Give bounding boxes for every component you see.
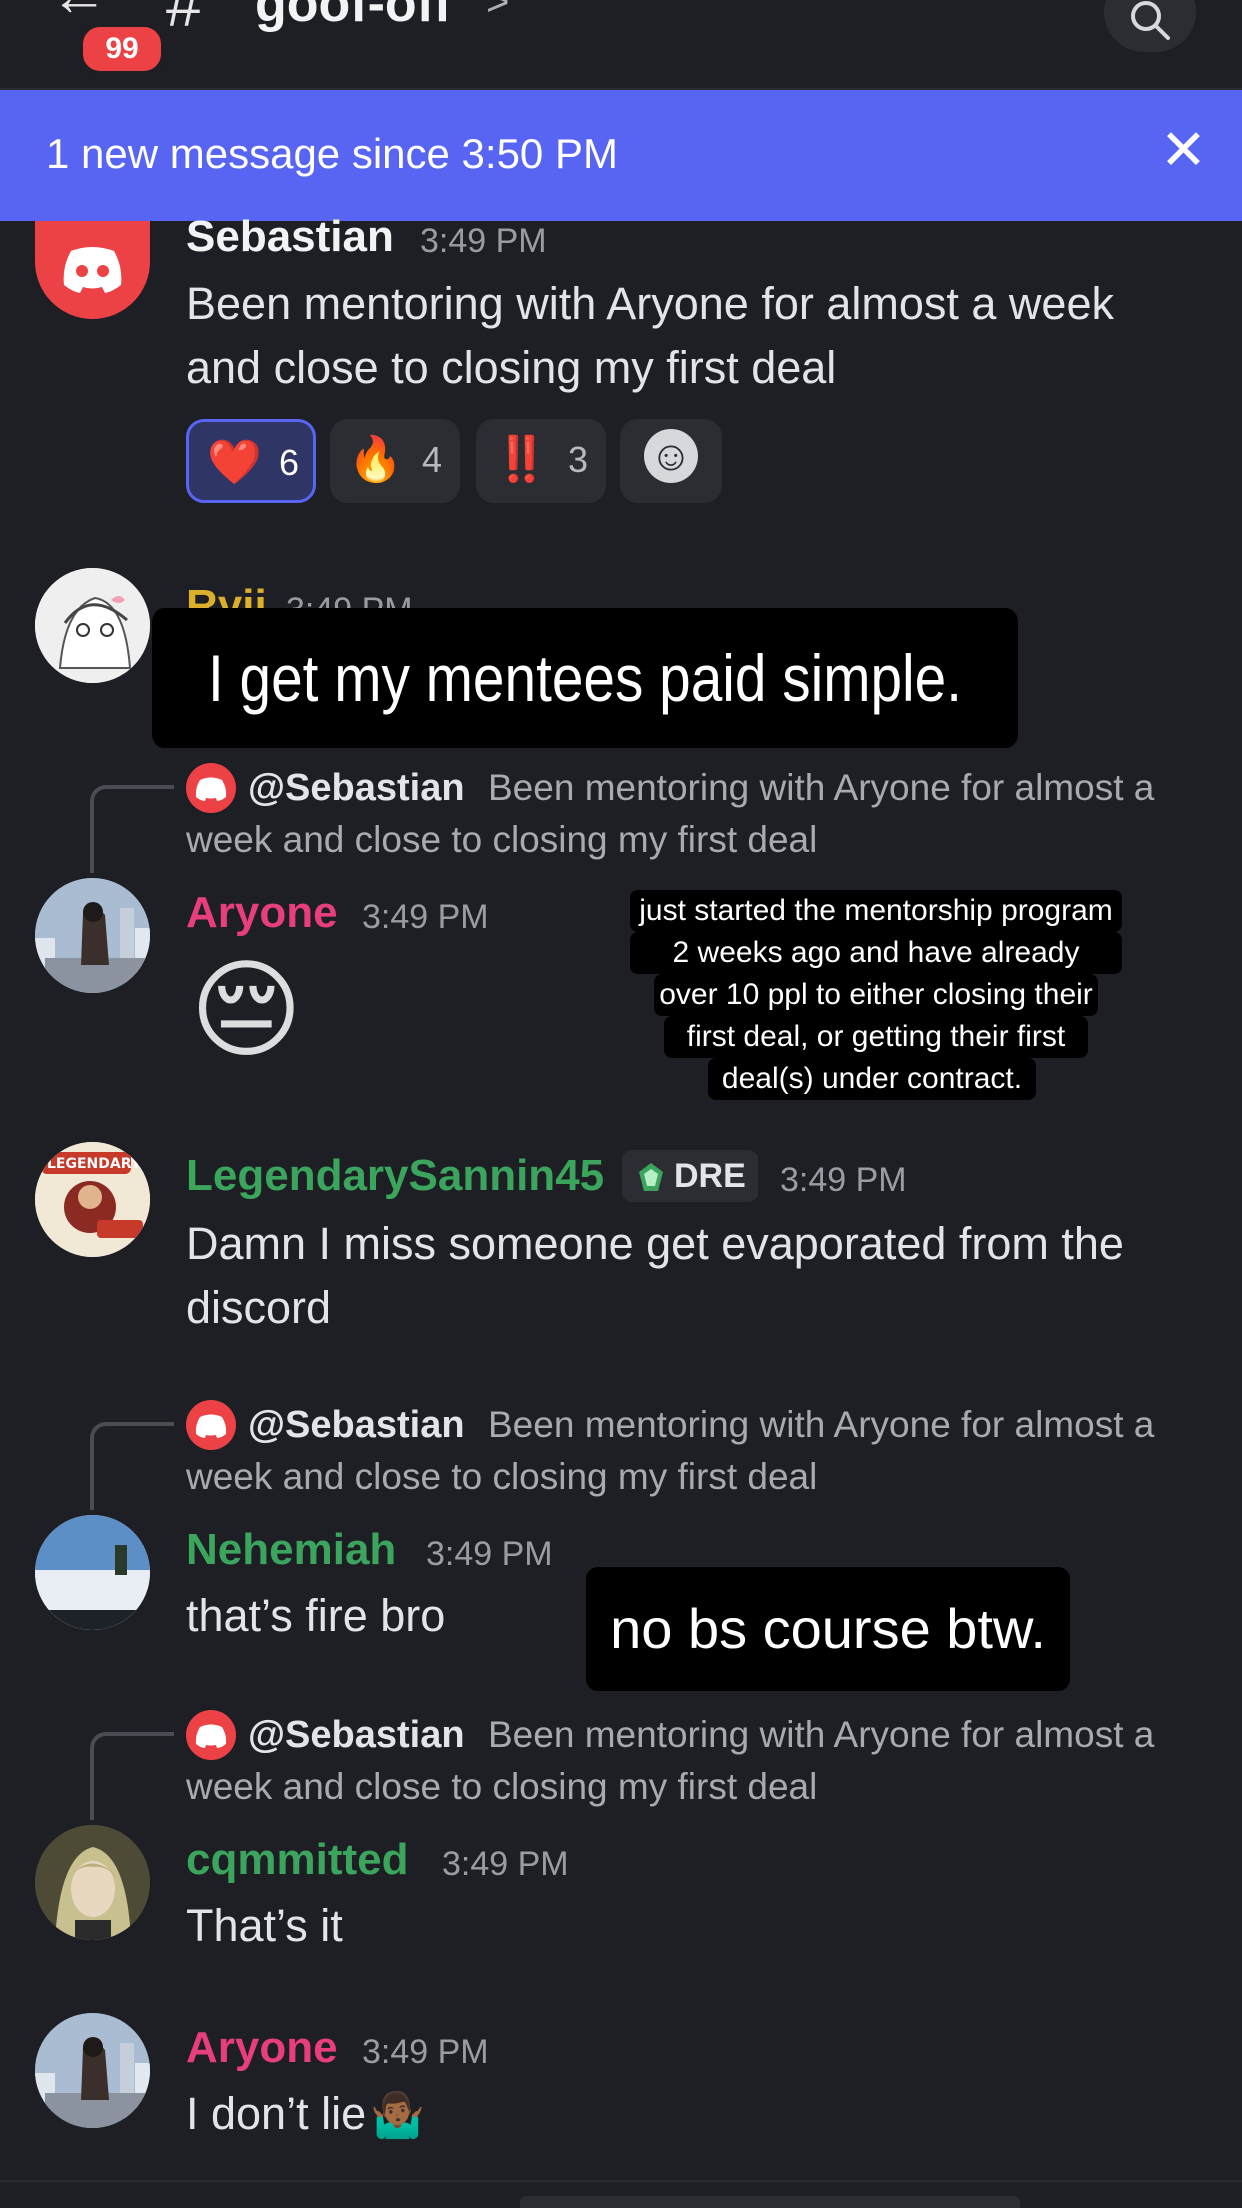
- message-nehemiah: @Sebastian Been mentoring with Aryone fo…: [0, 1392, 1242, 1691]
- username[interactable]: Aryone: [186, 2022, 338, 2074]
- add-reaction-button[interactable]: ☺: [620, 419, 722, 503]
- new-messages-text: 1 new message since 3:50 PM: [46, 130, 618, 177]
- discord-logo-icon: [195, 777, 227, 801]
- reply-preview-line-1[interactable]: Been mentoring with Aryone for almost a: [488, 761, 1154, 814]
- story-caption-line-4: first deal, or getting their first: [664, 1016, 1088, 1058]
- channel-header: ← 99 # goof-off >: [0, 0, 1242, 90]
- chevron-right-icon[interactable]: >: [486, 0, 509, 22]
- avatar[interactable]: [35, 221, 150, 319]
- legendary-avatar-icon: LEGENDARY: [35, 1142, 150, 1257]
- story-caption-line-5: deal(s) under contract.: [708, 1058, 1036, 1100]
- timestamp: 3:49 PM: [780, 1161, 907, 1199]
- username[interactable]: cqmmitted: [186, 1834, 408, 1886]
- reply-avatar-icon: [186, 1710, 236, 1760]
- message-cqmmitted: @Sebastian Been mentoring with Aryone fo…: [0, 1702, 1242, 1962]
- message-sebastian: Sebastian 3:49 PM Been mentoring with Ar…: [0, 212, 1242, 521]
- city-avatar-icon: [35, 878, 150, 993]
- channel-hash-icon: #: [166, 0, 202, 40]
- shrug-emoji-icon: 🤷🏾‍♂️: [370, 2091, 425, 2140]
- reply-connector: [90, 1732, 174, 1820]
- new-messages-banner[interactable]: 1 new message since 3:50 PM ✕: [0, 90, 1242, 221]
- reply-author[interactable]: @Sebastian: [248, 763, 465, 813]
- story-caption-overlay: no bs course btw.: [586, 1567, 1070, 1691]
- timestamp: 3:49 PM: [362, 898, 489, 936]
- fire-emoji-icon: 🔥: [348, 435, 403, 484]
- composer-edge: [520, 2196, 1020, 2208]
- role-tag-dre[interactable]: DRE: [622, 1150, 758, 1202]
- anime-character-avatar-icon: [35, 1825, 150, 1940]
- city-avatar-icon: [35, 2013, 150, 2128]
- avatar[interactable]: [35, 2013, 150, 2128]
- reply-connector: [90, 1422, 174, 1510]
- message-line-2: and close to closing my first deal: [186, 342, 837, 393]
- story-caption-line-3: over 10 ppl to either closing their: [654, 974, 1098, 1016]
- timestamp: 3:49 PM: [362, 2033, 489, 2071]
- username[interactable]: Sebastian: [186, 211, 394, 263]
- timestamp: 3:49 PM: [420, 222, 547, 260]
- channel-name[interactable]: goof-off: [255, 0, 451, 34]
- story-caption-line-1: just started the mentorship program: [630, 890, 1122, 932]
- story-caption-line-2: 2 weeks ago and have already gotten: [630, 932, 1122, 1011]
- username[interactable]: LegendarySannin45: [186, 1150, 604, 1202]
- message-line-1: Damn I miss someone get evaporated from …: [186, 1218, 1124, 1269]
- timestamp: 3:49 PM: [426, 1535, 553, 1573]
- reply-avatar-icon: [186, 1400, 236, 1450]
- message-ryii: Ryii 3:49 PM I get my mentees paid simpl…: [0, 565, 1242, 755]
- avatar[interactable]: [35, 568, 150, 683]
- role-tag-label: DRE: [674, 1157, 746, 1195]
- discord-logo-icon: [195, 1724, 227, 1748]
- reply-preview-line-1[interactable]: Been mentoring with Aryone for almost a: [488, 1708, 1154, 1761]
- reaction-count: 3: [568, 439, 589, 480]
- reaction-heart[interactable]: ❤️ 6: [186, 419, 316, 503]
- anime-avatar-icon: [35, 568, 150, 683]
- close-icon[interactable]: ✕: [1160, 122, 1207, 178]
- clan-badge-icon: [639, 1163, 663, 1191]
- add-reaction-icon: ☺: [644, 429, 698, 483]
- avatar[interactable]: [35, 878, 150, 993]
- search-button[interactable]: [1104, 0, 1196, 52]
- message-aryone-2: Aryone 3:49 PM I don’t lie 🤷🏾‍♂️: [0, 2010, 1242, 2160]
- reaction-count: 6: [279, 442, 300, 483]
- username[interactable]: Aryone: [186, 887, 338, 939]
- reply-preview-line-2[interactable]: week and close to closing my first deal: [186, 813, 817, 866]
- message-text: I don’t lie: [186, 2088, 367, 2139]
- reply-preview-line-2[interactable]: week and close to closing my first deal: [186, 1760, 817, 1813]
- message-text: that’s fire bro: [186, 1590, 446, 1641]
- story-caption-overlay: I get my mentees paid simple.: [152, 608, 1019, 748]
- message-text: That’s it: [186, 1900, 343, 1951]
- discord-app: ← 99 # goof-off > 1 new message since 3:…: [0, 0, 1242, 2208]
- timestamp: 3:49 PM: [442, 1845, 569, 1883]
- reply-avatar-icon: [186, 763, 236, 813]
- reply-author[interactable]: @Sebastian: [248, 1400, 465, 1450]
- search-icon: [1131, 1, 1170, 40]
- avatar[interactable]: [35, 1825, 150, 1940]
- reaction-count: 4: [422, 439, 443, 480]
- snow-landscape-avatar-icon: [35, 1515, 150, 1630]
- username[interactable]: Nehemiah: [186, 1524, 396, 1576]
- reply-connector: [90, 785, 174, 873]
- reply-author[interactable]: @Sebastian: [248, 1710, 465, 1760]
- unread-count-badge: 99: [78, 22, 166, 76]
- reaction-fire[interactable]: 🔥 4: [330, 419, 460, 503]
- message-line-1: Been mentoring with Aryone for almost a …: [186, 278, 1114, 329]
- avatar[interactable]: [35, 1515, 150, 1630]
- message-legendarysannin45: LEGENDARY LegendarySannin45 DRE 3:49 PM …: [0, 1140, 1242, 1340]
- message-aryone-1: @Sebastian Been mentoring with Aryone fo…: [0, 755, 1242, 1115]
- discord-logo-icon: [63, 247, 122, 293]
- discord-logo-icon: [195, 1414, 227, 1438]
- heart-emoji-icon: ❤️: [207, 438, 262, 487]
- bottom-divider: [0, 2180, 1242, 2182]
- reply-preview-line-1[interactable]: Been mentoring with Aryone for almost a: [488, 1398, 1154, 1451]
- message-line-2: discord: [186, 1282, 332, 1333]
- avatar[interactable]: LEGENDARY: [35, 1142, 150, 1257]
- reply-preview-line-2[interactable]: week and close to closing my first deal: [186, 1450, 817, 1503]
- svg-text:LEGENDARY: LEGENDARY: [47, 1156, 142, 1172]
- pensive-emoji-icon: 😔: [190, 949, 303, 1070]
- double-exclamation-emoji-icon: ‼️: [494, 435, 549, 484]
- reaction-double-exclamation[interactable]: ‼️ 3: [476, 419, 606, 503]
